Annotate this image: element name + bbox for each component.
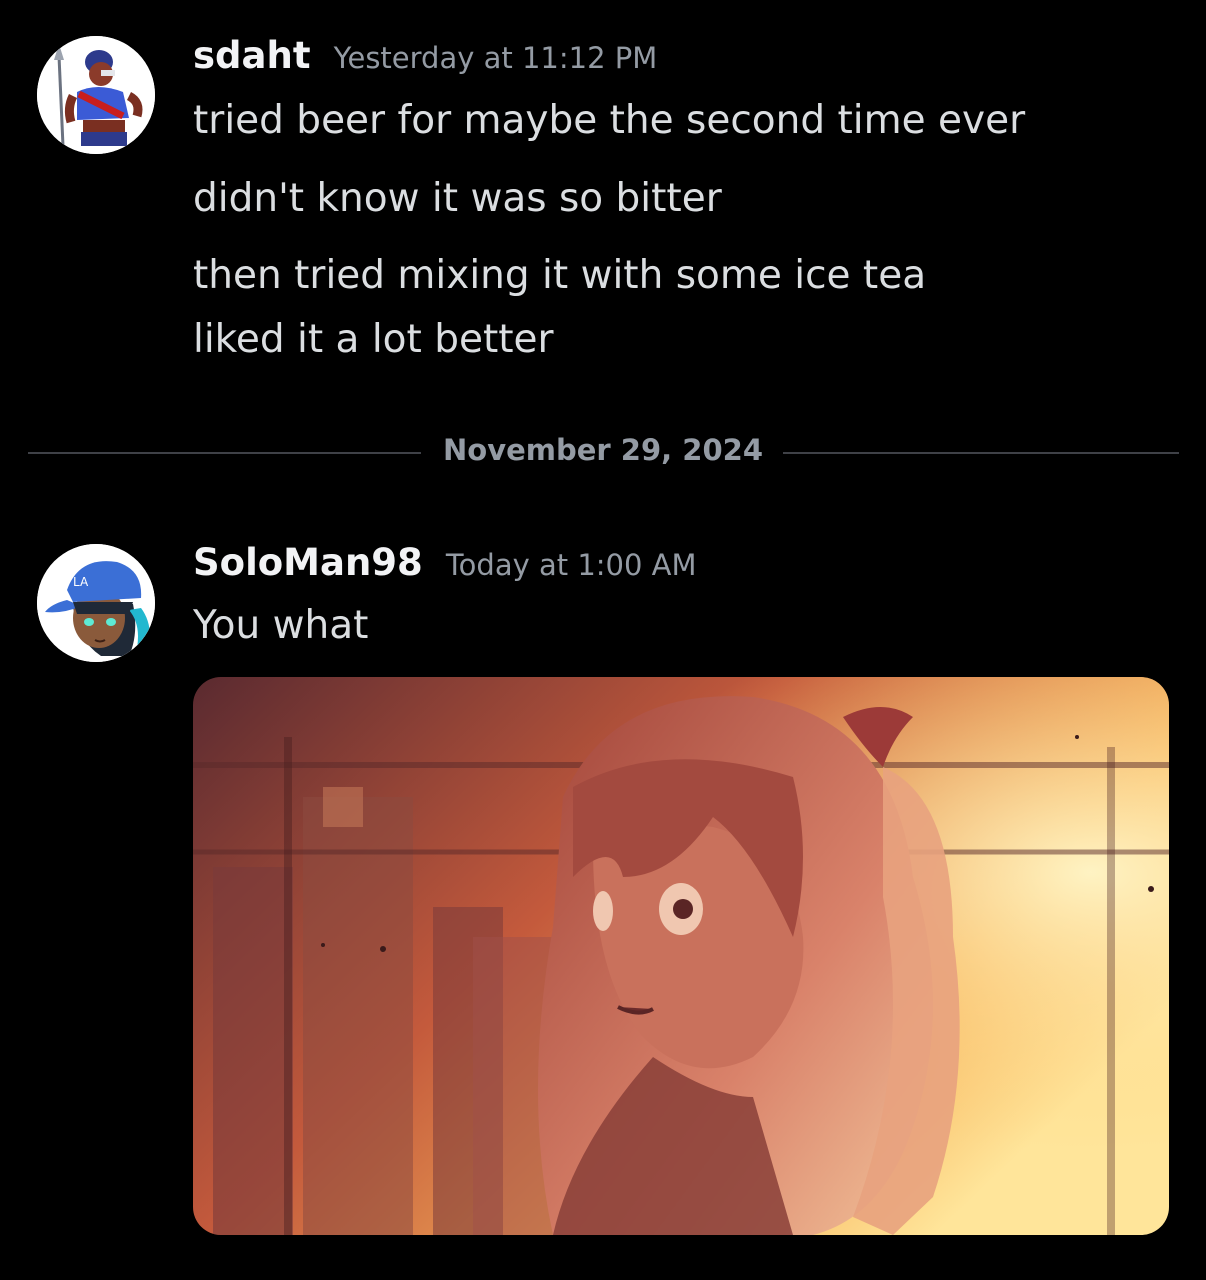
message-header: SoloMan98 Today at 1:00 AM	[193, 541, 697, 584]
anime-girl-sunset-image	[193, 677, 1169, 1235]
user-avatar-icon: LA	[37, 544, 155, 662]
message-text: You what	[193, 603, 369, 648]
username[interactable]: SoloMan98	[193, 541, 423, 584]
message-group-soloman98: LA SoloMan98 Today at 1:00 AM You what	[0, 0, 1206, 1280]
timestamp[interactable]: Today at 1:00 AM	[446, 548, 697, 582]
image-attachment[interactable]	[193, 677, 1169, 1235]
avatar[interactable]: LA	[37, 544, 155, 662]
svg-text:LA: LA	[73, 575, 89, 589]
